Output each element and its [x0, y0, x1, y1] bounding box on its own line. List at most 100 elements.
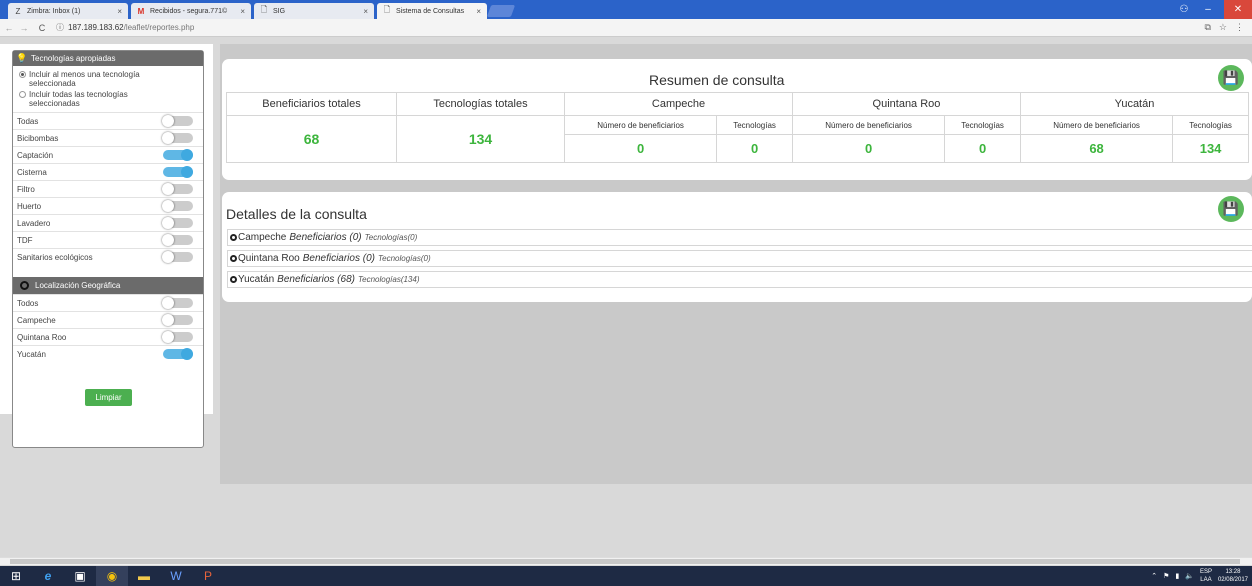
detail-row-campeche[interactable]: Campeche Beneficiarios (0) Tecnologías(0…: [227, 229, 1252, 246]
page-icon: 🗋: [383, 5, 391, 14]
star-icon[interactable]: ☆: [1219, 22, 1227, 33]
store-icon[interactable]: ▣: [64, 566, 96, 586]
toggle-switch[interactable]: [162, 234, 193, 246]
user-icon[interactable]: ⚇: [1172, 0, 1196, 19]
filter-box: 💡 Tecnologías apropiadas Incluir al meno…: [12, 50, 204, 448]
toggle-row-quintana-roo[interactable]: Quintana Roo: [13, 328, 203, 345]
toggle-row-captacion[interactable]: Captación: [13, 146, 203, 163]
toggle-switch[interactable]: [163, 149, 193, 161]
detail-state: Campeche: [238, 232, 287, 243]
toggle-switch[interactable]: [162, 115, 193, 127]
lang-top: ESP: [1199, 569, 1212, 575]
toggle-row-bicibombas[interactable]: Bicibombas: [13, 129, 203, 146]
reload-icon[interactable]: C: [36, 23, 48, 33]
expand-icon[interactable]: [230, 276, 237, 283]
quintana-roo-beneficiaries-value: 0: [791, 134, 946, 163]
toggle-row-sanitarios[interactable]: Sanitarios ecológicos: [13, 248, 203, 265]
toggle-switch[interactable]: [163, 348, 193, 360]
window-close-icon[interactable]: ✕: [1224, 0, 1252, 19]
toggle-row-todos[interactable]: Todos: [13, 294, 203, 311]
system-tray: ⌃ ⚑ ▮ 🔈 ESP LAA 13:28 02/08/2017: [1151, 566, 1248, 586]
horizontal-scrollbar[interactable]: [0, 557, 1252, 565]
header-total-technologies: Tecnologías totales: [396, 92, 565, 116]
radio-any-technology[interactable]: Incluir al menos una tecnología seleccio…: [13, 66, 203, 88]
sub-beneficiaries-label: Número de beneficiarios: [791, 115, 946, 135]
radio-any-label: Incluir al menos una tecnología seleccio…: [29, 70, 140, 88]
browser-tab-strip: Z Zimbra: Inbox (1) × M Recibidos - segu…: [0, 0, 1252, 19]
toggle-label: Lavadero: [17, 218, 51, 228]
details-card: Detalles de la consulta 💾 Campeche Benef…: [222, 192, 1252, 302]
toggle-row-filtro[interactable]: Filtro: [13, 180, 203, 197]
filter-panel: 💡 Tecnologías apropiadas Incluir al meno…: [0, 44, 213, 448]
powerpoint-icon[interactable]: P: [192, 566, 224, 586]
clear-button[interactable]: Limpiar: [85, 389, 132, 406]
target-icon: [20, 281, 29, 290]
clock[interactable]: 13:28 02/08/2017: [1218, 568, 1248, 584]
volume-icon[interactable]: 🔈: [1185, 572, 1194, 580]
expand-icon[interactable]: [230, 234, 237, 241]
detail-row-quintana-roo[interactable]: Quintana Roo Beneficiarios (0) Tecnologí…: [227, 250, 1252, 267]
tab-sig[interactable]: 🗋 SIG ×: [254, 3, 374, 19]
translate-icon[interactable]: ⧉: [1204, 22, 1210, 33]
url-host: 187.189.183.62: [68, 23, 124, 32]
expand-icon[interactable]: [230, 255, 237, 262]
scrollbar-thumb[interactable]: [10, 559, 1240, 564]
file-explorer-icon[interactable]: ▬: [128, 566, 160, 586]
back-icon[interactable]: ←: [3, 23, 15, 33]
close-icon[interactable]: ×: [363, 7, 368, 16]
gmail-icon: M: [137, 6, 145, 16]
toggle-row-tdf[interactable]: TDF: [13, 231, 203, 248]
new-tab-button[interactable]: [486, 5, 516, 17]
toggle-row-huerto[interactable]: Huerto: [13, 197, 203, 214]
internet-explorer-icon[interactable]: e: [32, 566, 64, 586]
close-icon[interactable]: ×: [117, 7, 122, 16]
toggle-switch[interactable]: [162, 297, 193, 309]
tab-zimbra[interactable]: Z Zimbra: Inbox (1) ×: [8, 3, 128, 19]
detail-beneficiaries: Beneficiarios (0): [302, 253, 375, 264]
forward-icon[interactable]: →: [18, 23, 30, 33]
save-icon[interactable]: 💾: [1218, 65, 1244, 91]
clock-date: 02/08/2017: [1217, 577, 1248, 583]
menu-icon[interactable]: ⋮: [1235, 22, 1244, 33]
url-field[interactable]: 187.189.183.62/leaflet/reportes.php: [68, 23, 194, 32]
header-state-quintana-roo: Quintana Roo: [791, 92, 1021, 116]
toggle-switch[interactable]: [162, 132, 193, 144]
clock-time: 13:28: [1225, 569, 1241, 575]
close-icon[interactable]: ×: [476, 7, 481, 16]
toggle-label: Huerto: [17, 201, 42, 211]
tab-sistema-consultas[interactable]: 🗋 Sistema de Consultas ×: [377, 3, 487, 19]
chrome-icon[interactable]: ◉: [96, 566, 128, 586]
save-icon[interactable]: 💾: [1218, 196, 1244, 222]
toggle-switch[interactable]: [162, 200, 193, 212]
detail-technologies: Tecnologías(0): [364, 233, 418, 242]
toggle-label: TDF: [17, 235, 33, 245]
radio-all-technologies[interactable]: Incluir todas las tecnologías selecciona…: [13, 88, 203, 108]
toggle-switch[interactable]: [162, 251, 193, 263]
tray-chevron-icon[interactable]: ⌃: [1151, 572, 1157, 580]
taskbar: ⊞ e ▣ ◉ ▬ W P ⌃ ⚑ ▮ 🔈 ESP LAA 13:28 02/0…: [0, 566, 1252, 586]
toggle-switch[interactable]: [162, 314, 193, 326]
word-icon[interactable]: W: [160, 566, 192, 586]
toggle-switch[interactable]: [163, 166, 193, 178]
detail-technologies: Tecnologías(0): [377, 254, 431, 263]
info-icon[interactable]: ⓘ: [56, 22, 64, 33]
toggle-switch[interactable]: [162, 183, 193, 195]
tab-gmail[interactable]: M Recibidos - segura.771© ×: [131, 3, 251, 19]
toggle-switch[interactable]: [162, 331, 193, 343]
radio-dot-selected[interactable]: [19, 71, 26, 78]
toggle-label: Filtro: [17, 184, 35, 194]
close-icon[interactable]: ×: [240, 7, 245, 16]
toggle-row-todas[interactable]: Todas: [13, 112, 203, 129]
detail-row-yucatan[interactable]: Yucatán Beneficiarios (68) Tecnologías(1…: [227, 271, 1252, 288]
language-indicator[interactable]: ESP LAA: [1200, 568, 1212, 584]
network-icon[interactable]: ▮: [1175, 572, 1179, 580]
toggle-row-cisterna[interactable]: Cisterna: [13, 163, 203, 180]
zimbra-icon: Z: [15, 6, 21, 16]
toggle-row-lavadero[interactable]: Lavadero: [13, 214, 203, 231]
windows-start-icon[interactable]: ⊞: [0, 566, 32, 586]
flag-icon[interactable]: ⚑: [1163, 572, 1169, 580]
toggle-switch[interactable]: [162, 217, 193, 229]
toggle-row-campeche[interactable]: Campeche: [13, 311, 203, 328]
radio-dot[interactable]: [19, 91, 26, 98]
toggle-row-yucatan[interactable]: Yucatán: [13, 345, 203, 362]
